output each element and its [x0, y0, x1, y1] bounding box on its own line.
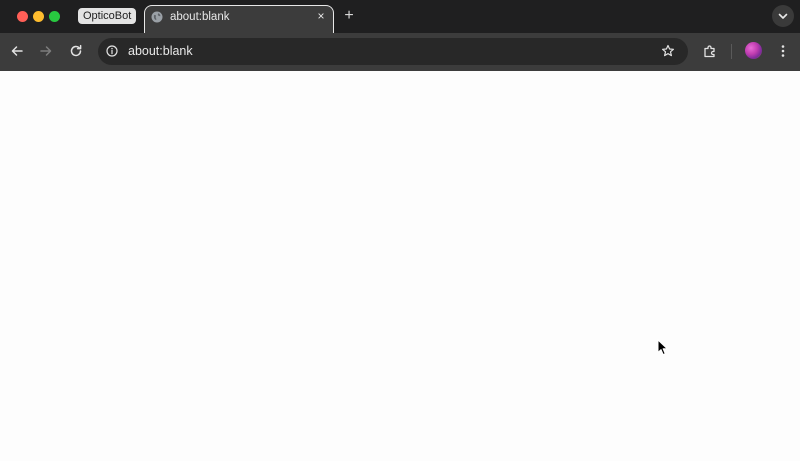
address-bar[interactable]: about:blank [98, 38, 688, 65]
tab-about-blank[interactable]: about:blank × [144, 5, 334, 33]
arrow-right-icon[interactable] [38, 43, 54, 59]
tab-search-button[interactable] [772, 5, 794, 27]
globe-icon [151, 11, 163, 23]
tab-title: about:blank [170, 11, 230, 23]
minimize-window-button[interactable] [33, 11, 44, 22]
new-tab-button[interactable]: + [341, 8, 357, 24]
reload-icon[interactable] [68, 43, 84, 59]
mouse-pointer-icon [657, 339, 668, 356]
zoom-window-button[interactable] [49, 11, 60, 22]
info-icon[interactable] [106, 45, 118, 57]
close-tab-icon[interactable]: × [315, 10, 327, 22]
profile-avatar[interactable] [745, 42, 762, 59]
window-titlebar: OpticoBot about:blank × + [0, 0, 800, 33]
toolbar-divider [731, 44, 732, 59]
browser-toolbar: about:blank [0, 33, 800, 71]
address-text[interactable]: about:blank [128, 44, 193, 59]
tab-group-label[interactable]: OpticoBot [78, 8, 137, 24]
kebab-menu-icon[interactable] [775, 43, 791, 59]
chevron-down-icon [778, 13, 788, 19]
arrow-left-icon[interactable] [9, 43, 25, 59]
page-content [0, 71, 800, 461]
star-icon[interactable] [661, 44, 675, 58]
close-window-button[interactable] [17, 11, 28, 22]
puzzle-icon[interactable] [702, 43, 718, 59]
